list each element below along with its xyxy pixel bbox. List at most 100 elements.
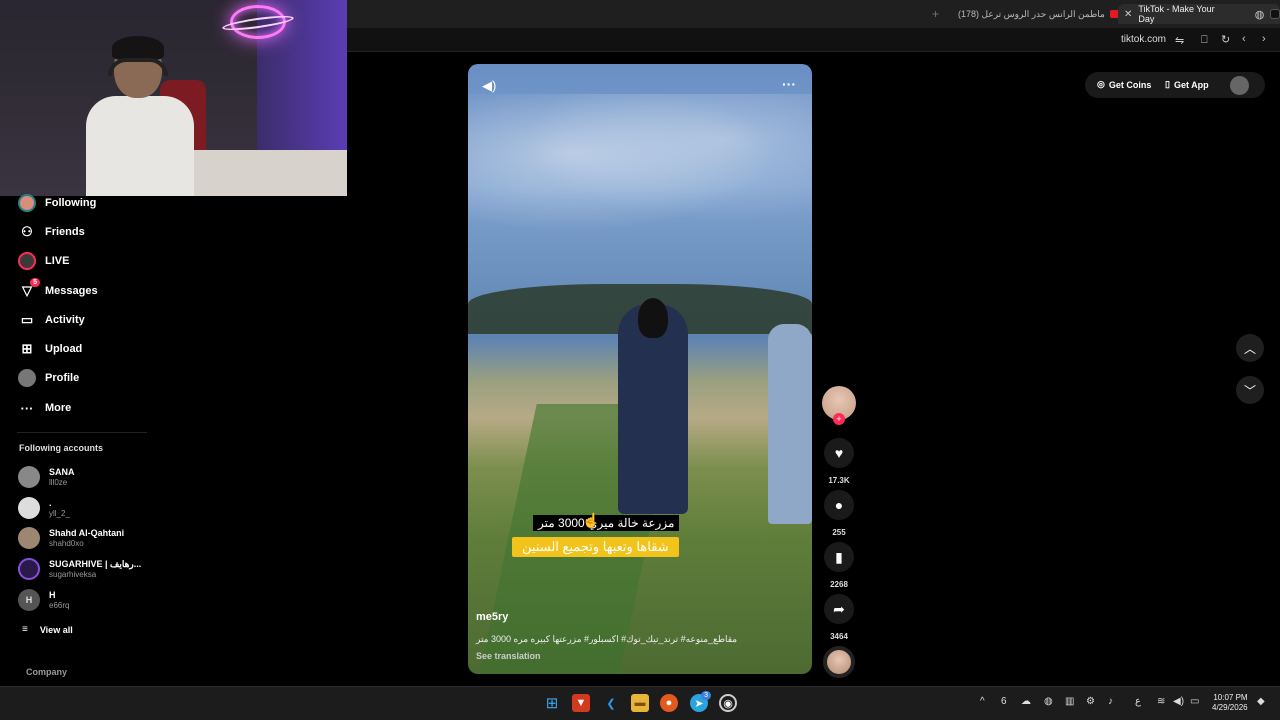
sidebar-item-label: Upload — [45, 343, 83, 355]
user-avatar[interactable] — [1230, 76, 1249, 95]
account-item[interactable]: . yll_2_ — [18, 497, 70, 519]
share-icon: ➦ — [824, 594, 854, 624]
comment-button[interactable]: ● 255 — [822, 490, 856, 537]
save-count: 2268 — [830, 580, 848, 589]
heart-icon: ♥ — [824, 438, 854, 468]
network-app-icon[interactable]: ◍ — [1044, 696, 1053, 707]
volume-icon[interactable]: ◀) — [482, 78, 496, 94]
settings-tray-icon[interactable]: ⚙ — [1086, 696, 1095, 707]
account-item[interactable]: Shahd Al-Qahtani shahd0xo — [18, 527, 124, 549]
previous-video-button[interactable]: ︿ — [1236, 334, 1264, 362]
cloud-icon[interactable]: ☁ — [1021, 696, 1031, 707]
get-coins-label: Get Coins — [1108, 79, 1152, 90]
account-avatar: H — [18, 589, 40, 611]
tray-app-icon[interactable]: 6 — [1001, 696, 1007, 707]
sidebar-item-label: Following — [45, 197, 97, 209]
see-translation-link[interactable]: See translation — [476, 651, 541, 661]
file-explorer-icon[interactable]: ▬ — [631, 694, 649, 712]
next-video-button[interactable]: ﹀ — [1236, 376, 1264, 404]
sidebar-item-label: Profile — [45, 372, 80, 384]
task-manager-icon[interactable]: ▥ — [1065, 696, 1074, 707]
mute-icon[interactable]: ◍ — [1255, 8, 1265, 21]
messages-badge: 5 — [30, 278, 40, 287]
profile-avatar-icon — [17, 368, 37, 388]
battery-icon[interactable]: ▭ — [1190, 696, 1199, 707]
share-button[interactable]: ➦ 3464 — [822, 594, 856, 641]
comment-icon: ● — [824, 490, 854, 520]
new-tab-button[interactable]: + — [932, 7, 939, 21]
view-all-label: View all — [39, 624, 73, 635]
account-handle: lll0ze — [49, 477, 68, 487]
sidebar-item-messages[interactable]: ▽ 5 Messages — [17, 278, 98, 302]
obs-icon[interactable]: ◉ — [719, 694, 737, 712]
microphone-icon[interactable]: ♪ — [1108, 696, 1113, 707]
account-name: SUGARHIVE | رهايف... — [49, 558, 142, 569]
chevron-down-icon: ﹀ — [1243, 383, 1256, 398]
notification-icon[interactable]: ◆ — [1257, 696, 1265, 707]
language-indicator[interactable]: ع — [1135, 696, 1141, 707]
video-caption-line1: مزرعة خالة ميري 3000 متر — [533, 515, 680, 531]
clock-time: 10:07 PM — [1213, 693, 1248, 702]
reload-icon[interactable]: ↻ — [1221, 33, 1230, 46]
tiktok-icon — [1270, 9, 1280, 19]
close-tab-icon[interactable]: ✕ — [1124, 9, 1132, 20]
wifi-icon[interactable]: ≋ — [1157, 696, 1165, 707]
account-handle: sugarhiveksa — [49, 569, 97, 579]
telegram-icon[interactable]: ➤ 3 — [690, 691, 711, 712]
get-app-label: Get App — [1173, 79, 1209, 90]
tab-label: (178) ماطمن الرانس حدر الروس ترعل — [958, 8, 1105, 19]
back-icon[interactable]: ‹ — [1242, 33, 1246, 45]
messages-icon: ▽ 5 — [17, 278, 40, 301]
url-text[interactable]: tiktok.com — [1121, 34, 1166, 45]
clock-date: 4/29/2026 — [1212, 703, 1248, 712]
like-count: 17.3K — [828, 476, 850, 485]
video-more-icon[interactable]: ··· — [782, 76, 796, 92]
video-username[interactable]: me5ry — [476, 611, 508, 623]
live-icon — [17, 251, 37, 271]
start-icon[interactable]: ⊞ — [543, 694, 561, 712]
sidebar-item-live[interactable]: LIVE — [17, 250, 69, 272]
sound-disc[interactable] — [823, 646, 855, 678]
get-app-button[interactable]: ▯ Get App — [1165, 79, 1209, 90]
account-item[interactable]: SANA lll0ze — [18, 466, 75, 488]
friends-icon: ⚇ — [21, 224, 33, 239]
get-coins-button[interactable]: ◎ Get Coins — [1097, 79, 1151, 90]
account-item[interactable]: H He66rq — [18, 589, 69, 611]
video-caption-line2: شقاها وتعبها وتجميع السنين — [512, 537, 679, 557]
more-icon: ··· — [20, 400, 34, 416]
site-settings-icon[interactable]: ⇋ — [1175, 34, 1184, 47]
tab-youtube[interactable]: (178) ماطمن الرانس حدر الروس ترعل — [958, 4, 1121, 24]
volume-tray-icon[interactable]: ◀) — [1173, 696, 1184, 707]
company-link[interactable]: Company — [26, 667, 67, 677]
sidebar-item-upload[interactable]: ⊞ Upload — [17, 338, 83, 360]
comment-count: 255 — [832, 528, 846, 537]
taskbar-clock[interactable]: 10:07 PM 4/29/2026 — [1212, 693, 1248, 713]
bookmark-icon[interactable]: ⎕ — [1201, 34, 1208, 47]
tab-tiktok[interactable]: ✕ TikTok - Make Your Day ◍ — [1118, 4, 1280, 24]
activity-icon: ▭ — [20, 312, 34, 327]
sidebar-item-activity[interactable]: ▭ Activity — [17, 309, 85, 331]
sidebar-item-friends[interactable]: ⚇ Friends — [17, 221, 85, 243]
tab-label: TikTok - Make Your Day — [1138, 4, 1215, 24]
chevron-up-icon: ︿ — [1243, 341, 1256, 356]
account-avatar — [18, 497, 40, 519]
vscode-icon[interactable]: ❮ — [602, 694, 620, 712]
sidebar-item-label: Friends — [45, 226, 85, 238]
sidebar-item-following[interactable]: Following — [17, 192, 96, 214]
follow-plus-icon[interactable]: + — [833, 413, 845, 425]
account-item[interactable]: SUGARHIVE | رهايف... sugarhiveksa — [18, 558, 141, 580]
sidebar-item-profile[interactable]: Profile — [17, 367, 79, 389]
like-button[interactable]: ♥ 17.3K — [822, 438, 856, 485]
phone-icon: ▯ — [1165, 79, 1170, 89]
video-player[interactable] — [468, 64, 812, 674]
brave-browser-icon[interactable]: ▼ — [572, 694, 590, 712]
sidebar-item-more[interactable]: ··· More — [17, 397, 72, 419]
app-icon[interactable]: ● — [660, 694, 678, 712]
save-button[interactable]: ▮ 2268 — [822, 542, 856, 589]
tray-overflow-icon[interactable]: ^ — [980, 696, 985, 707]
list-icon: ≡ — [22, 624, 28, 635]
sidebar-item-label: More — [45, 402, 72, 414]
forward-icon[interactable]: › — [1262, 33, 1266, 45]
view-all-link[interactable]: ≡ View all — [22, 624, 73, 635]
upload-icon: ⊞ — [21, 341, 33, 356]
